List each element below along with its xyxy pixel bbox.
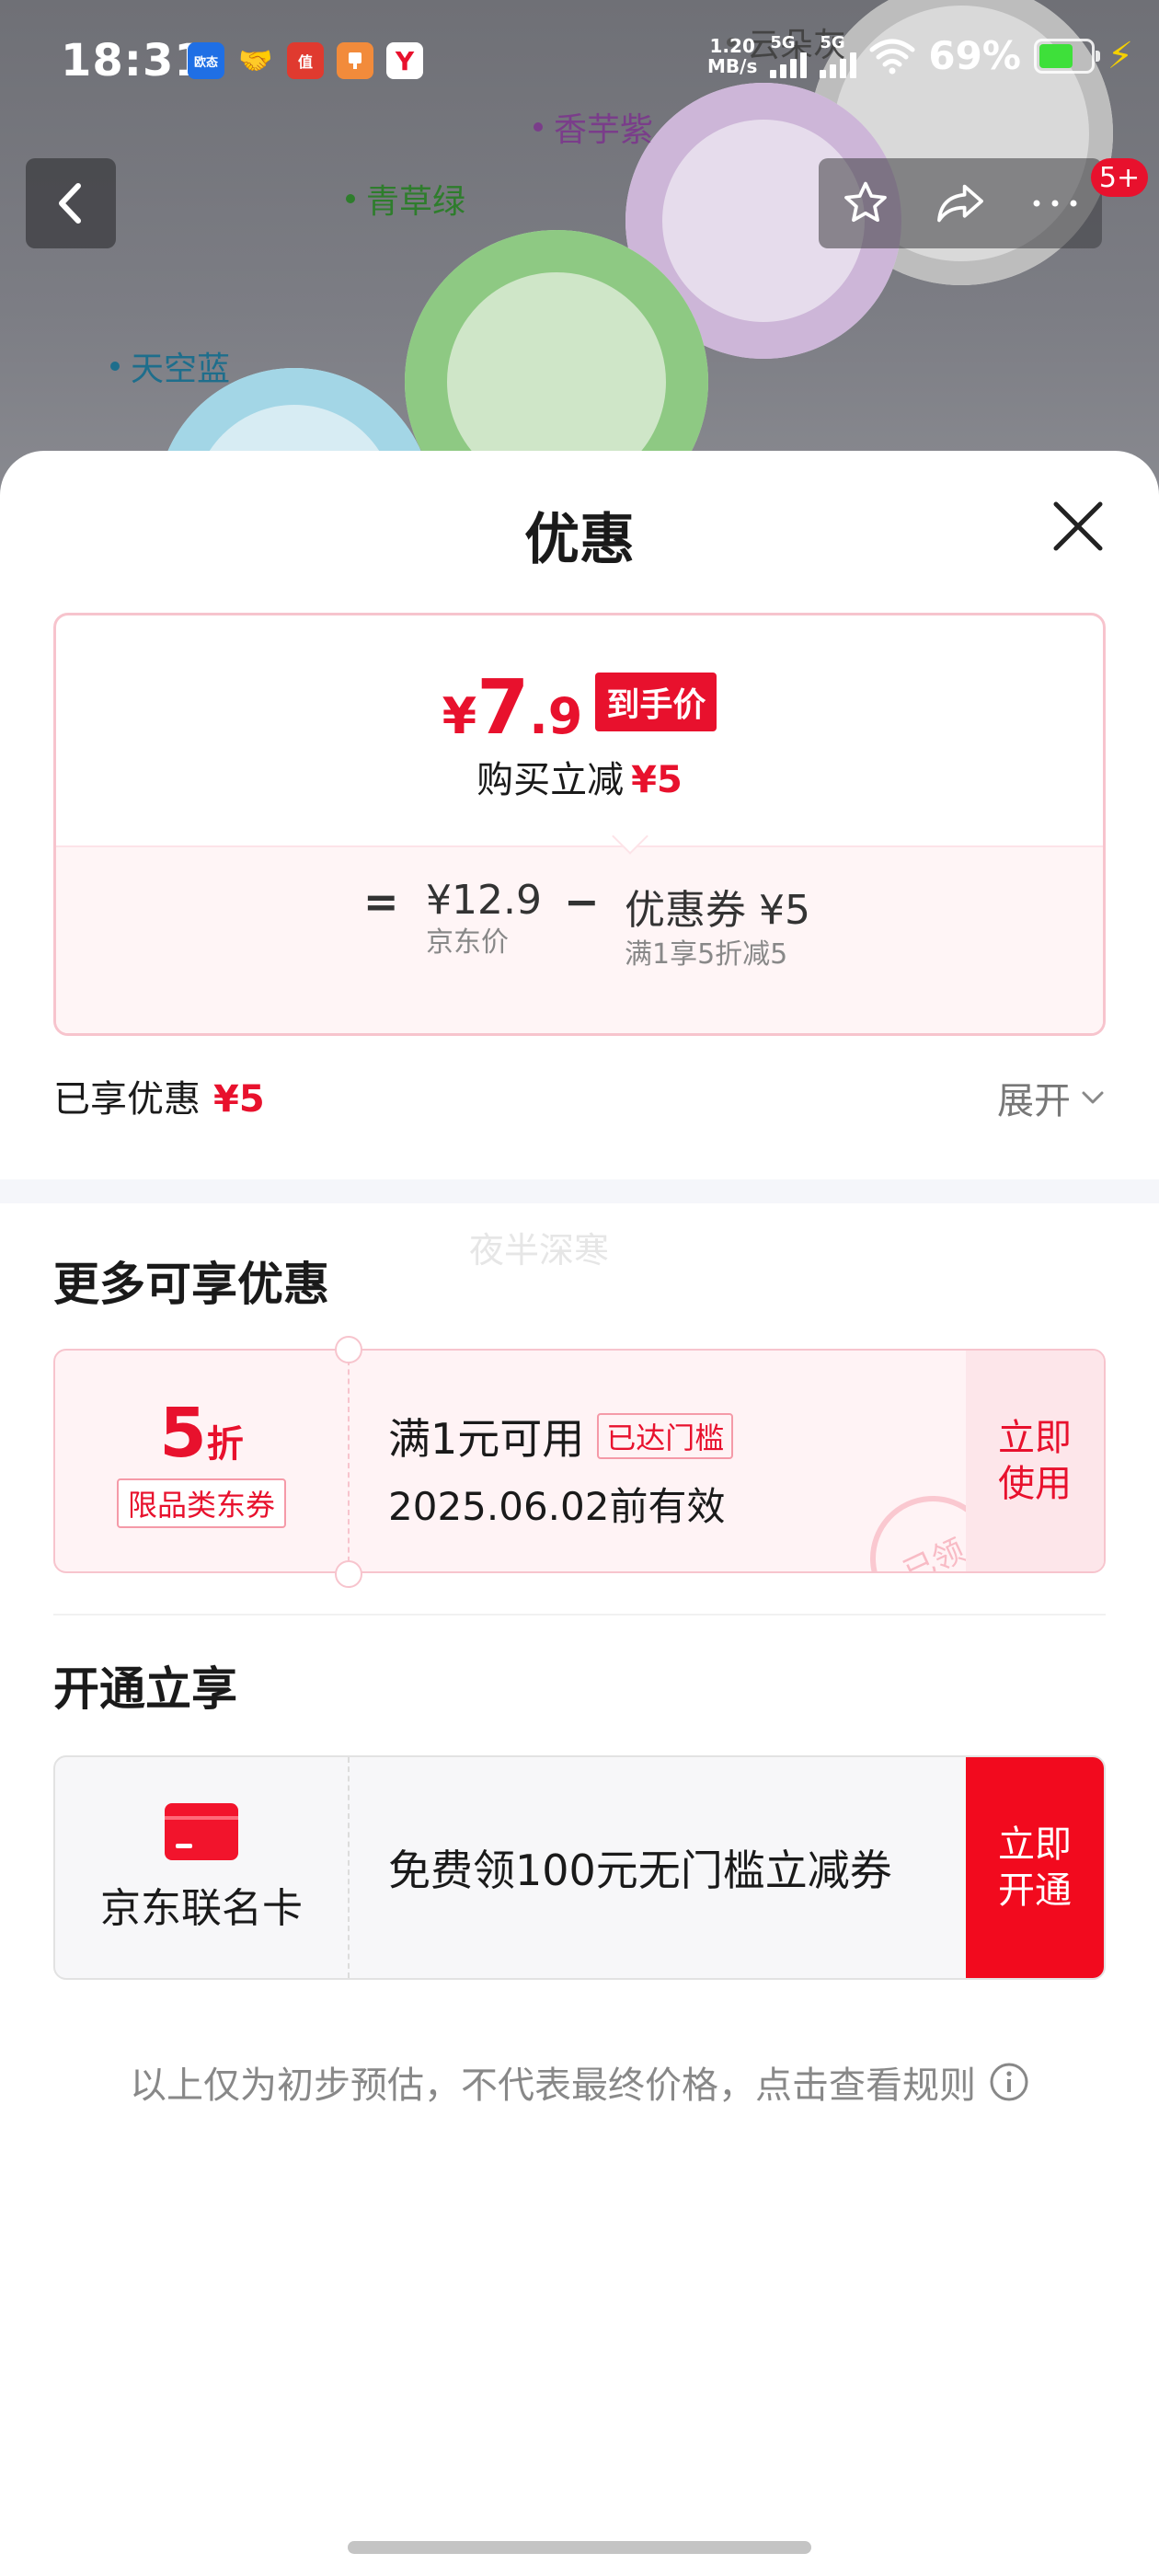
status-bar: 18:31 欧态 🤝 值 Y 1.20 MB/s 5G 5G 69% ⚡ bbox=[0, 0, 1159, 120]
handshake-icon: 🤝 bbox=[238, 44, 273, 77]
coupon-notch-bottom bbox=[335, 1560, 362, 1588]
cobrand-card-offer: 京东联名卡 免费领100元无门槛立减券 立即开通 bbox=[53, 1755, 1106, 1980]
coupon-card: 5折 限品类东券 满1元可用 已达门槛 2025.06.02前有效 已领 立即使… bbox=[53, 1349, 1106, 1573]
instant-reduce: 购买立减 ¥5 bbox=[476, 759, 683, 801]
chevron-down-icon bbox=[1082, 1091, 1104, 1104]
app-icon-y: Y bbox=[386, 42, 423, 79]
sheet-title: 优惠 bbox=[524, 508, 635, 572]
divider-line bbox=[53, 1614, 1106, 1616]
open-card-button[interactable]: 立即开通 bbox=[966, 1757, 1104, 1978]
star-icon[interactable] bbox=[840, 178, 891, 229]
home-indicator[interactable] bbox=[348, 2541, 811, 2554]
expand-button[interactable]: 展开 bbox=[997, 1071, 1106, 1124]
rules-link[interactable]: 以上仅为初步预估，不代表最终价格，点击查看规则 bbox=[0, 2055, 1159, 2109]
discount-sheet: 优惠 ¥ 7 .9 到手价 购买立减 ¥5 = ¥12.9 京东价 − 优惠券 … bbox=[0, 451, 1159, 2576]
chevron-left-icon bbox=[59, 183, 81, 224]
color-label-blue: 天空蓝 bbox=[110, 342, 230, 390]
use-coupon-button[interactable]: 立即使用 bbox=[966, 1351, 1104, 1571]
threshold-reached-tag: 已达门槛 bbox=[597, 1413, 734, 1459]
battery-icon bbox=[1033, 38, 1100, 74]
close-icon bbox=[1053, 501, 1103, 551]
enjoyed-discount: 已享优惠 ¥5 bbox=[53, 1078, 265, 1121]
wifi-icon bbox=[869, 39, 915, 74]
minus-sign: − bbox=[564, 877, 600, 926]
coupon-notch-top bbox=[335, 1336, 362, 1363]
open-benefits-title: 开通立享 bbox=[53, 1662, 237, 1716]
final-price: ¥ 7 .9 bbox=[442, 664, 583, 752]
network-speed: 1.20 MB/s bbox=[707, 34, 758, 77]
tag-app-icon bbox=[337, 42, 373, 79]
coupon-separator bbox=[348, 1351, 350, 1571]
info-icon bbox=[990, 2063, 1028, 2101]
product-actions bbox=[819, 158, 1102, 248]
card-separator bbox=[348, 1757, 350, 1978]
charging-icon: ⚡ bbox=[1107, 34, 1133, 77]
back-button[interactable] bbox=[26, 158, 116, 248]
system-indicators: 1.20 MB/s 5G 5G 69% ⚡ bbox=[707, 33, 1133, 78]
app-icon-outai: 欧态 bbox=[188, 42, 224, 79]
jd-price-block: ¥12.9 京东价 bbox=[426, 877, 542, 959]
section-divider bbox=[0, 1179, 1159, 1203]
color-label-green: 青草绿 bbox=[346, 175, 465, 223]
price-formula-section: = ¥12.9 京东价 − 优惠券 ¥5 满1享5折减5 bbox=[56, 845, 1103, 1033]
card-offer-desc: 免费领100元无门槛立减券 bbox=[388, 1846, 892, 1895]
final-price-section: ¥ 7 .9 到手价 购买立减 ¥5 bbox=[56, 615, 1103, 845]
close-button[interactable] bbox=[1049, 497, 1107, 556]
battery-percent: 69% bbox=[928, 33, 1021, 78]
status-time: 18:31 bbox=[61, 35, 206, 86]
coupon-discount: 5折 限品类东券 bbox=[55, 1351, 348, 1571]
app-icon-zhi: 值 bbox=[287, 42, 324, 79]
price-breakdown-card: ¥ 7 .9 到手价 购买立减¥5 = ¥12.9 京东价 − 优惠券 ¥5 bbox=[53, 613, 1106, 1036]
more-icon[interactable] bbox=[1029, 194, 1081, 213]
coupon-deduct-block: 优惠券 ¥5 满1享5折减5 bbox=[625, 887, 810, 971]
notification-icons: 欧态 🤝 值 Y bbox=[188, 42, 423, 79]
cobrand-card-info: 京东联名卡 bbox=[55, 1757, 348, 1978]
coupon-validity: 2025.06.02前有效 bbox=[388, 1484, 726, 1529]
final-price-tag: 到手价 bbox=[595, 673, 717, 731]
more-discounts-title: 更多可享优惠 bbox=[53, 1258, 329, 1311]
signal-icon-sim2: 5G bbox=[820, 33, 857, 78]
share-icon[interactable] bbox=[933, 178, 988, 229]
coupon-type-tag: 限品类东券 bbox=[116, 1478, 286, 1528]
signal-icon-sim1: 5G bbox=[770, 33, 808, 78]
watermark: 夜半深寒 bbox=[469, 1230, 610, 1271]
equals-sign: = bbox=[363, 877, 399, 926]
message-count-badge: 5+ bbox=[1091, 158, 1148, 197]
coupon-info: 满1元可用 已达门槛 2025.06.02前有效 bbox=[388, 1406, 734, 1532]
credit-card-icon bbox=[165, 1803, 238, 1860]
